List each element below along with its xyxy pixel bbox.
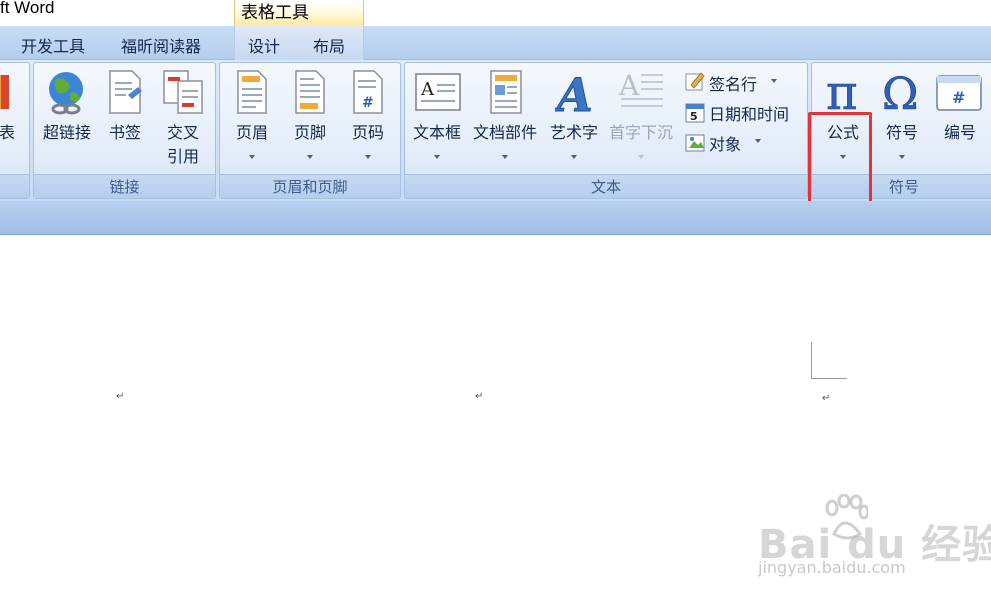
page-header-icon	[237, 70, 267, 114]
omega-icon: Ω	[882, 69, 919, 117]
drop-cap-button[interactable]: A 首字下沉	[605, 65, 677, 173]
baidu-watermark: Bai du 经验 jingyan.baidu.com	[758, 494, 991, 584]
cross-reference-icon	[163, 70, 203, 114]
ribbon-bottom-bar	[0, 201, 991, 235]
number-icon: #	[936, 75, 982, 111]
svg-text:A: A	[619, 69, 640, 102]
wordart-button[interactable]: A 艺术字	[543, 65, 605, 173]
bookmark-icon	[109, 70, 142, 114]
chart-label: 表	[0, 123, 16, 142]
group-partial: 表	[0, 62, 30, 199]
textbox-button[interactable]: A 文本框	[407, 65, 467, 173]
table-tools-header: 表格工具	[234, 0, 364, 26]
ribbon-tab-row: 开发工具 福昕阅读器 设计 布局	[0, 26, 991, 60]
object-icon	[685, 134, 705, 152]
footer-dropdown-arrow	[307, 155, 313, 159]
wordart-label: 艺术字	[549, 123, 598, 142]
numbering-label: 编号	[943, 123, 976, 142]
quick-parts-button[interactable]: 文档部件	[469, 65, 541, 173]
group-header-footer-label: 页眉和页脚	[220, 174, 400, 198]
cross-reference-label-line2: 引用	[166, 147, 199, 166]
app-title: ft Word	[0, 0, 55, 17]
footer-label: 页脚	[293, 123, 326, 142]
drop-cap-dropdown-arrow	[638, 155, 644, 159]
textbox-icon: A	[415, 73, 461, 111]
object-label: 对象	[709, 135, 742, 154]
cross-reference-label-line1: 交叉	[166, 123, 199, 142]
header-label: 页眉	[235, 123, 268, 142]
wordart-icon: A	[555, 68, 593, 118]
svg-text:#: #	[952, 88, 965, 107]
chart-icon	[0, 75, 9, 109]
svg-text:π: π	[826, 69, 858, 117]
group-header-footer: 页眉和页脚 页眉 页脚 # 页码	[219, 62, 401, 199]
group-text: 文本 A 文本框 文档部件 A 艺术字 A 首字下沉 签名行 5 日期和时间 对…	[404, 62, 808, 199]
tab-layout[interactable]: 布局	[313, 33, 345, 57]
numbering-button[interactable]: # 编号	[932, 65, 988, 173]
hyperlink-label: 超链接	[42, 123, 91, 142]
quick-parts-icon	[490, 70, 522, 114]
tab-foxit-reader[interactable]: 福昕阅读器	[121, 33, 201, 57]
tab-developer[interactable]: 开发工具	[21, 33, 85, 57]
page-number-button[interactable]: # 页码	[340, 65, 396, 173]
date-time-label: 日期和时间	[709, 105, 790, 124]
hyperlink-button[interactable]: 超链接	[36, 65, 98, 173]
object-button[interactable]: 对象	[683, 129, 773, 154]
group-links: 链接 超链接 书签 交叉 引用	[33, 62, 216, 199]
page-number-dropdown-arrow	[365, 155, 371, 159]
drop-cap-label: 首字下沉	[608, 123, 673, 142]
paragraph-mark: ↵	[116, 391, 125, 402]
page-number-label: 页码	[351, 123, 384, 142]
title-bar: ft Word 表格工具	[0, 0, 991, 26]
symbol-dropdown-arrow	[899, 155, 905, 159]
bookmark-label: 书签	[108, 123, 141, 142]
symbol-button[interactable]: Ω 符号	[874, 65, 930, 173]
footer-button[interactable]: 页脚	[282, 65, 338, 173]
table-tools-label: 表格工具	[241, 3, 309, 23]
chart-button[interactable]: 表	[0, 63, 25, 173]
wordart-dropdown-arrow	[571, 155, 577, 159]
pi-icon: π	[826, 69, 858, 117]
quick-parts-label: 文档部件	[472, 123, 537, 142]
tab-design[interactable]: 设计	[248, 33, 280, 57]
cross-reference-button[interactable]: 交叉 引用	[154, 65, 212, 173]
margin-corner-mark	[811, 342, 812, 379]
signature-line-label: 签名行	[709, 75, 758, 94]
date-time-button[interactable]: 5 日期和时间	[683, 99, 807, 124]
globe-link-icon	[49, 72, 83, 115]
symbol-label: 符号	[885, 123, 918, 142]
header-button[interactable]: 页眉	[224, 65, 280, 173]
baidu-url-text: jingyan.baidu.com	[758, 558, 906, 577]
svg-text:Ω: Ω	[882, 69, 918, 117]
page-number-icon: #	[353, 70, 383, 114]
textbox-dropdown-arrow	[434, 155, 440, 159]
signature-line-button[interactable]: 签名行	[683, 69, 803, 94]
signature-line-dropdown-arrow	[771, 79, 777, 83]
svg-text:#: #	[362, 95, 374, 111]
paragraph-mark: ↵	[475, 391, 484, 402]
bookmark-button[interactable]: 书签	[100, 65, 150, 173]
drop-cap-icon: A	[619, 69, 663, 107]
object-dropdown-arrow	[755, 139, 761, 143]
quick-parts-dropdown-arrow	[502, 155, 508, 159]
paragraph-mark: ↵	[822, 393, 831, 404]
svg-text:5: 5	[690, 110, 698, 123]
textbox-label: 文本框	[412, 123, 461, 142]
signature-pen-icon	[685, 72, 705, 91]
svg-text:A: A	[420, 79, 435, 100]
group-text-label: 文本	[405, 174, 807, 198]
calendar-icon: 5	[685, 103, 705, 123]
margin-corner-mark	[811, 378, 847, 379]
group-partial-label	[0, 174, 29, 198]
svg-text:A: A	[555, 68, 593, 117]
group-links-label: 链接	[34, 174, 215, 198]
page-footer-icon	[295, 70, 325, 114]
ribbon: 表 链接 超链接 书签 交叉 引用 页眉和页脚 页眉 页脚 # 页码 文本 A …	[0, 60, 991, 224]
header-dropdown-arrow	[249, 155, 255, 159]
